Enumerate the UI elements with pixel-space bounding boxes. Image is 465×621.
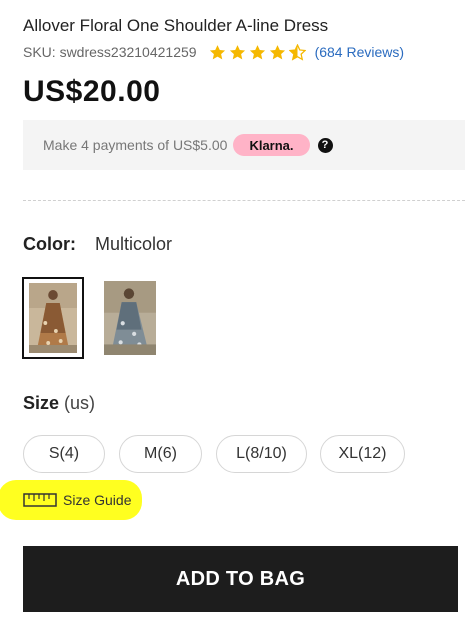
size-option-s[interactable]: S(4) [23,435,105,473]
size-guide-link[interactable]: Size Guide [23,492,131,508]
product-meta: SKU: swdress23210421259 (684 Reviews) [23,43,404,61]
divider [23,200,465,201]
klarna-badge: Klarna. [233,134,310,156]
star-half-icon [288,43,306,61]
reviews-link[interactable]: (684 Reviews) [315,44,404,60]
rating-stars [209,43,309,61]
klarna-text: Make 4 payments of US$5.00 [43,137,228,153]
swatch-image [29,283,77,353]
star-icon [209,44,225,59]
color-value: Multicolor [95,234,173,254]
size-unit: (us) [64,393,96,413]
size-guide-label: Size Guide [63,492,132,508]
size-option-m[interactable]: M(6) [119,435,202,473]
size-row: Size (us) [23,393,95,414]
star-icon [269,44,285,59]
ruler-icon [23,493,57,507]
product-price: US$20.00 [23,75,161,108]
color-label: Color: [23,234,76,254]
color-row: Color: Multicolor [23,234,172,255]
color-swatch-floral-brown[interactable] [22,277,84,359]
size-option-xl[interactable]: XL(12) [320,435,405,473]
color-swatch-floral-blue[interactable] [104,281,156,355]
size-option-l[interactable]: L(8/10) [216,435,307,473]
star-icon [249,44,265,59]
product-title: Allover Floral One Shoulder A-line Dress [23,16,329,35]
info-icon[interactable]: ? [317,137,333,153]
swatch-image [104,281,156,355]
size-label: Size [23,393,60,413]
klarna-banner: Make 4 payments of US$5.00 Klarna. ? [23,120,465,170]
star-icon [229,44,245,59]
add-to-bag-button[interactable]: ADD TO BAG [23,546,458,612]
product-sku: SKU: swdress23210421259 [23,44,197,60]
